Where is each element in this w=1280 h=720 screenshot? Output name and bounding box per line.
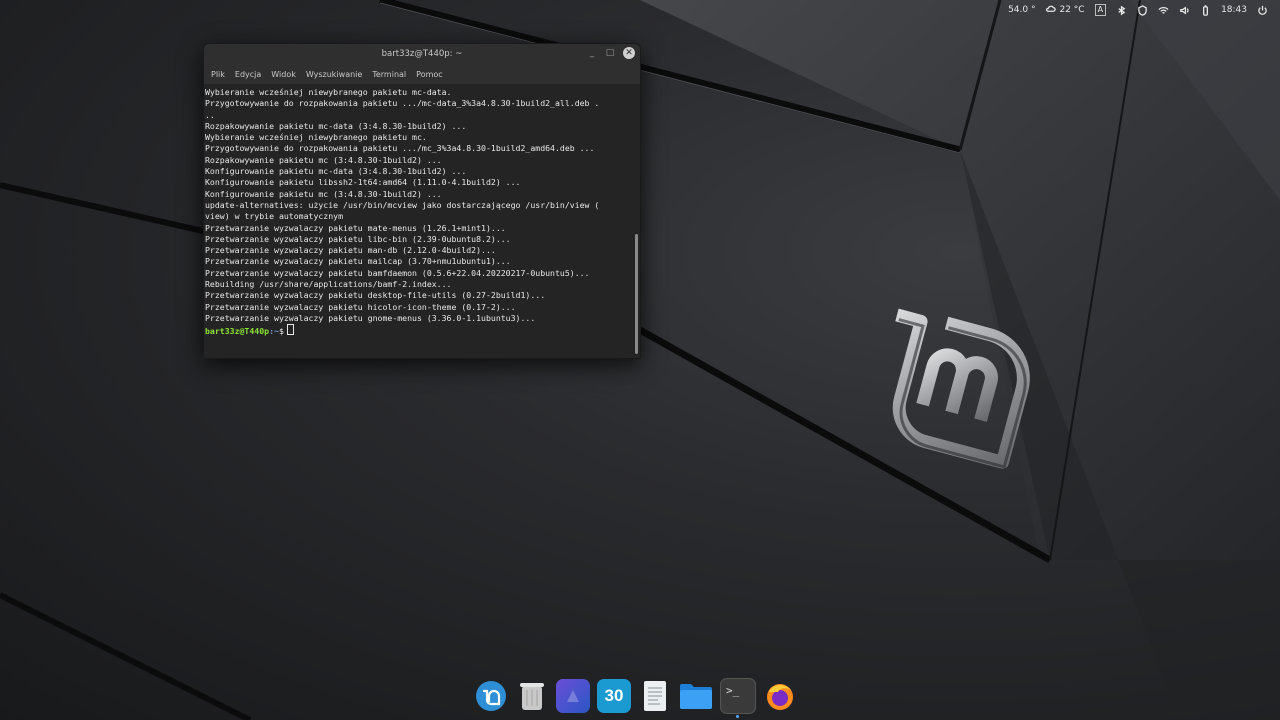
mintmenu-icon[interactable] bbox=[474, 679, 508, 713]
menu-widok[interactable]: Widok bbox=[266, 70, 301, 79]
window-title: bart33z@T440p: ~ bbox=[381, 49, 463, 59]
output-line: Przetwarzanie wyzwalaczy pakietu man-db … bbox=[205, 245, 496, 256]
bluetooth-icon[interactable] bbox=[1116, 5, 1127, 16]
graphics-icon[interactable] bbox=[556, 679, 590, 713]
output-line: Przetwarzanie wyzwalaczy pakietu gnome-m… bbox=[205, 312, 536, 323]
output-line: .. bbox=[205, 109, 215, 120]
minimize-icon[interactable]: _ bbox=[587, 48, 597, 58]
shield-icon[interactable] bbox=[1137, 4, 1148, 16]
text-editor-icon[interactable] bbox=[638, 679, 672, 713]
output-line: Przetwarzanie wyzwalaczy pakietu mailcap… bbox=[205, 256, 511, 267]
output-line: Przygotowywanie do rozpakowania pakietu … bbox=[205, 143, 595, 154]
maximize-icon[interactable]: □ bbox=[605, 48, 615, 58]
output-line: Przygotowywanie do rozpakowania pakietu … bbox=[205, 98, 600, 109]
battery-icon[interactable] bbox=[1200, 4, 1211, 16]
terminal-prompt-glyph: >_ bbox=[726, 684, 740, 697]
calendar-icon[interactable]: 30 bbox=[597, 679, 631, 713]
wifi-icon[interactable] bbox=[1158, 5, 1169, 16]
running-indicator bbox=[736, 715, 739, 718]
calendar-day: 30 bbox=[604, 686, 624, 705]
menu-pomoc[interactable]: Pomoc bbox=[411, 70, 448, 79]
weather-icon bbox=[1045, 3, 1057, 17]
prompt-line[interactable]: bart33z@T440p:~$ bbox=[205, 324, 640, 337]
prompt-symbol: $ bbox=[278, 326, 284, 337]
output-line: Rebuilding /usr/share/applications/bamf-… bbox=[205, 279, 452, 290]
output-line: view) w trybie automatycznym bbox=[205, 211, 344, 222]
output-line: Wybieranie wcześniej niewybranego pakiet… bbox=[205, 87, 452, 97]
terminal-scrollbar[interactable] bbox=[635, 234, 638, 354]
output-line: Rozpakowywanie pakietu mc (3:4.8.30-1bui… bbox=[205, 154, 442, 165]
dock: 30 >_ bbox=[474, 677, 797, 718]
weather-temperature: 22 °C bbox=[1059, 5, 1085, 15]
menu-edycja[interactable]: Edycja bbox=[230, 70, 266, 79]
prompt-user: bart33z@T440p bbox=[205, 326, 270, 337]
output-line: Przetwarzanie wyzwalaczy pakietu bamfdae… bbox=[205, 267, 590, 278]
terminal-icon[interactable]: >_ bbox=[720, 678, 756, 718]
cpu-temperature-value: 54.0 ° bbox=[1008, 5, 1036, 15]
text-cursor bbox=[286, 324, 294, 336]
close-icon[interactable]: ✕ bbox=[623, 47, 635, 59]
output-line: Konfigurowanie pakietu libssh2-1t64:amd6… bbox=[205, 177, 521, 188]
output-line: Przetwarzanie wyzwalaczy pakietu hicolor… bbox=[205, 301, 516, 312]
keyboard-layout-indicator[interactable]: A bbox=[1094, 4, 1107, 16]
output-line: Konfigurowanie pakietu mc-data (3:4.8.30… bbox=[205, 166, 467, 177]
terminal-titlebar[interactable]: bart33z@T440p: ~ _ □ ✕ bbox=[204, 44, 640, 64]
weather-applet[interactable]: 22 °C bbox=[1045, 3, 1085, 17]
output-line: update-alternatives: użycie /usr/bin/mcv… bbox=[205, 199, 600, 210]
output-line: Rozpakowywanie pakietu mc-data (3:4.8.30… bbox=[205, 120, 467, 131]
terminal-window[interactable]: bart33z@T440p: ~ _ □ ✕ Plik Edycja Widok… bbox=[203, 43, 641, 359]
linux-mint-logo bbox=[892, 308, 1030, 469]
system-tray: 54.0 ° 22 °C A 18:43 bbox=[1008, 0, 1280, 20]
menu-wyszukiwanie[interactable]: Wyszukiwanie bbox=[301, 70, 367, 79]
window-controls: _ □ ✕ bbox=[587, 47, 635, 59]
output-line: Przetwarzanie wyzwalaczy pakietu desktop… bbox=[205, 290, 546, 301]
output-line: Wybieranie wcześniej niewybranego pakiet… bbox=[205, 132, 427, 143]
menu-terminal[interactable]: Terminal bbox=[367, 70, 411, 79]
output-line: Przetwarzanie wyzwalaczy pakietu libc-bi… bbox=[205, 233, 511, 244]
terminal-menubar: Plik Edycja Widok Wyszukiwanie Terminal … bbox=[204, 64, 640, 85]
trash-icon[interactable] bbox=[515, 679, 549, 713]
output-line: Konfigurowanie pakietu mc (3:4.8.30-1bui… bbox=[205, 188, 442, 199]
menu-plik[interactable]: Plik bbox=[206, 70, 230, 79]
power-icon[interactable] bbox=[1257, 5, 1268, 16]
prompt-path: :~ bbox=[269, 326, 279, 337]
cpu-temperature[interactable]: 54.0 ° bbox=[1008, 5, 1035, 15]
clock[interactable]: 18:43 bbox=[1221, 5, 1247, 15]
output-line: Przetwarzanie wyzwalaczy pakietu mate-me… bbox=[205, 222, 506, 233]
terminal-output[interactable]: Wybieranie wcześniej niewybranego pakiet… bbox=[204, 85, 640, 358]
volume-icon[interactable] bbox=[1179, 5, 1190, 16]
firefox-icon[interactable] bbox=[763, 679, 797, 713]
files-icon[interactable] bbox=[679, 679, 713, 713]
